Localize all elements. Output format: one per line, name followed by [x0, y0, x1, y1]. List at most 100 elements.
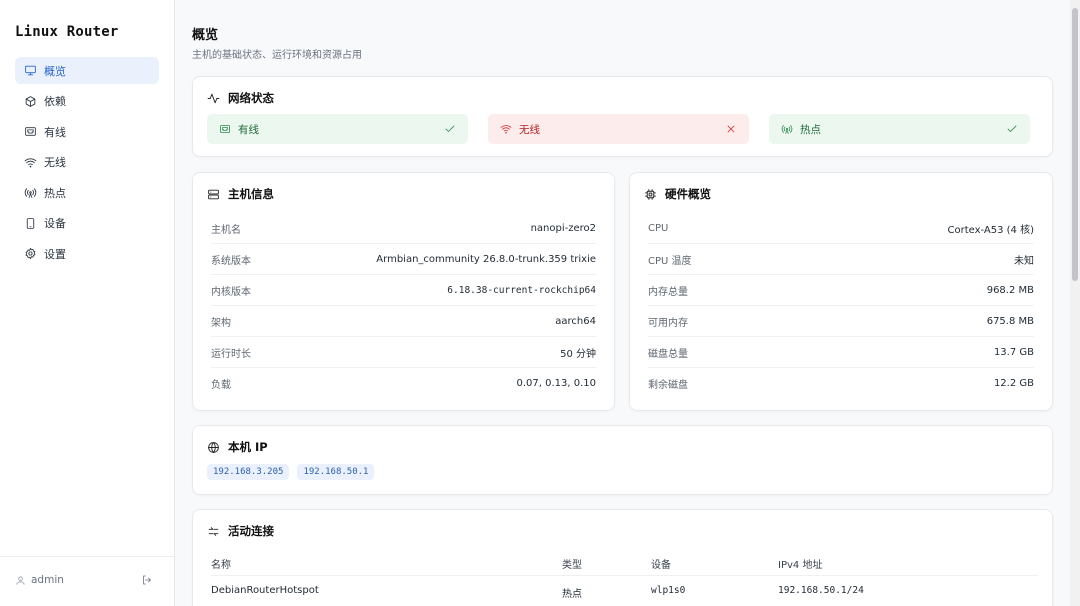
row-value: 50 分钟	[560, 348, 596, 360]
ethernet-icon	[219, 123, 238, 135]
row-value: Cortex-A53 (4 核)	[947, 224, 1034, 236]
x-icon	[725, 123, 737, 135]
antenna-icon	[23, 186, 37, 200]
host-info-card: 主机信息 主机名 nanopi-zero2 系统版本 Armbian_communi…	[192, 172, 615, 411]
sidebar-footer: admin	[0, 556, 174, 606]
status-label: 热点	[800, 123, 821, 136]
sidebar-item-wireless[interactable]: 无线	[15, 149, 159, 176]
row-key: 可用内存	[648, 317, 688, 329]
wifi-icon	[23, 155, 37, 169]
card-title: 网络状态	[207, 90, 274, 106]
column-header: 设备	[651, 560, 671, 571]
ip-chip: 192.168.3.205	[207, 464, 290, 480]
row-value: Armbian_community 26.8.0-trunk.359 trixi…	[376, 253, 596, 265]
sidebar-item-overview[interactable]: 概览	[15, 57, 159, 84]
sidebar-item-devices[interactable]: 设备	[15, 210, 159, 237]
logout-button[interactable]	[141, 574, 154, 587]
column-header: 名称	[211, 560, 231, 571]
host-row-hostname: 主机名 nanopi-zero2	[211, 213, 596, 244]
main-content: 概览 主机的基础状态、运行环境和资源占用 网络状态 有线 无线 热点 主机信息	[176, 0, 1070, 606]
network-status-card: 网络状态 有线 无线 热点	[192, 76, 1053, 157]
card-title: 主机信息	[207, 186, 274, 202]
sidebar-item-label: 设置	[44, 247, 66, 261]
app-brand: Linux Router	[15, 24, 119, 40]
globe-icon	[208, 441, 219, 453]
hw-row-cpu-temp: CPU 温度 未知	[648, 244, 1034, 275]
hw-row-cpu: CPU Cortex-A53 (4 核)	[648, 213, 1034, 244]
sidebar-item-label: 依赖	[44, 95, 66, 108]
row-key: 架构	[211, 317, 231, 329]
antenna-icon	[781, 123, 800, 135]
scrollbar-thumb[interactable]	[1072, 8, 1078, 281]
active-connections-title: 活动连接	[228, 524, 274, 538]
cell-type: 热点	[562, 589, 582, 600]
sidebar-item-label: 无线	[44, 156, 66, 169]
ip-list: 192.168.3.205 192.168.50.1	[207, 464, 375, 480]
active-connections-card: 活动连接 名称 类型 设备 IPv4 地址 DebianRouterHotspo…	[192, 509, 1053, 606]
row-key: CPU	[648, 222, 669, 234]
cell-name: DebianRouterHotspot	[211, 585, 319, 596]
hw-row-disk-total: 磁盘总量 13.7 GB	[648, 337, 1034, 368]
status-hotspot: 热点	[769, 114, 1030, 144]
logout-icon	[143, 575, 151, 585]
sidebar-item-dependencies[interactable]: 依赖	[15, 88, 159, 115]
user-icon	[16, 575, 25, 585]
row-key: 主机名	[211, 224, 241, 236]
network-status-title: 网络状态	[228, 91, 274, 105]
check-icon	[444, 123, 456, 135]
cpu-icon	[645, 188, 656, 200]
local-ip-title: 本机 IP	[228, 440, 268, 454]
cell-device: wlp1s0	[651, 585, 686, 596]
page-title: 概览	[192, 28, 219, 43]
current-user: admin	[15, 574, 64, 586]
row-key: 运行时长	[211, 348, 251, 360]
page-scrollbar[interactable]	[1070, 0, 1080, 606]
page-subtitle: 主机的基础状态、运行环境和资源占用	[192, 50, 362, 61]
gear-icon	[23, 247, 37, 261]
activity-icon	[207, 93, 220, 103]
tablet-icon	[23, 216, 37, 230]
sidebar-item-settings[interactable]: 设置	[15, 240, 159, 267]
sidebar-item-hotspot[interactable]: 热点	[15, 179, 159, 206]
hw-row-mem-free: 可用内存 675.8 MB	[648, 306, 1034, 337]
sidebar-item-label: 设备	[44, 217, 66, 230]
ethernet-icon	[23, 125, 37, 139]
row-key: 磁盘总量	[648, 348, 688, 360]
wifi-icon	[500, 123, 519, 135]
row-key: 剩余磁盘	[648, 380, 688, 391]
ip-chip: 192.168.50.1	[297, 464, 375, 480]
monitor-icon	[23, 64, 37, 78]
username: admin	[31, 574, 64, 586]
column-header: 类型	[562, 560, 582, 571]
column-header: IPv4 地址	[778, 560, 823, 571]
row-value: aarch64	[555, 315, 596, 327]
sidebar: Linux Router 概览 依赖 有线 无线 热点 设备 设置 admin	[0, 0, 175, 606]
row-key: 内存总量	[648, 286, 688, 298]
sidebar-item-label: 热点	[44, 186, 66, 200]
row-key: 负载	[211, 380, 231, 391]
row-key: 系统版本	[211, 255, 251, 267]
host-row-uptime: 运行时长 50 分钟	[211, 337, 596, 368]
sidebar-nav: 概览 依赖 有线 无线 热点 设备 设置	[15, 57, 159, 271]
row-value: 12.2 GB	[993, 378, 1034, 389]
cell-ipv4: 192.168.50.1/24	[778, 585, 864, 596]
row-value: 未知	[1014, 255, 1034, 267]
row-key: 内核版本	[211, 286, 251, 298]
row-value: 675.8 MB	[986, 315, 1034, 327]
status-label: 无线	[519, 123, 540, 136]
hardware-card: 硬件概览 CPU Cortex-A53 (4 核) CPU 温度 未知 内存总量 96…	[629, 172, 1053, 411]
row-value: nanopi-zero2	[530, 222, 596, 234]
table-header: 名称 类型 设备 IPv4 地址	[211, 548, 1038, 576]
hw-row-mem-total: 内存总量 968.2 MB	[648, 275, 1034, 306]
card-title: 活动连接	[207, 523, 274, 539]
status-wireless: 无线	[488, 114, 749, 144]
connection-icon	[208, 526, 219, 536]
row-value: 13.7 GB	[993, 346, 1034, 358]
local-ip-card: 本机 IP 192.168.3.205 192.168.50.1	[192, 425, 1053, 495]
row-value: 6.18.38-current-rockchip64	[447, 284, 596, 296]
host-info-title: 主机信息	[228, 187, 274, 201]
host-info-list: 主机名 nanopi-zero2 系统版本 Armbian_community 26…	[211, 213, 596, 399]
sidebar-item-wired[interactable]: 有线	[15, 118, 159, 145]
card-title: 本机 IP	[207, 439, 268, 455]
sidebar-item-label: 概览	[44, 64, 66, 78]
